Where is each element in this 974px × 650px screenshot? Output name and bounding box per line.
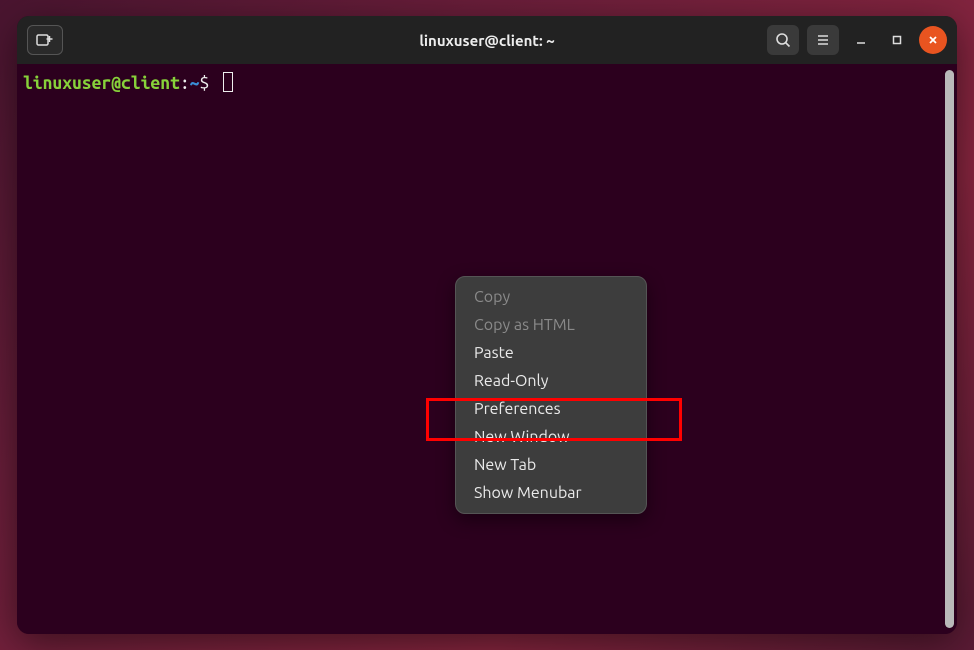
search-button[interactable] [767,25,799,55]
prompt-dollar: $ [199,74,209,93]
context-menu: Copy Copy as HTML Paste Read-Only Prefer… [455,276,647,514]
menu-item-copy-as-html: Copy as HTML [456,311,646,339]
maximize-icon [891,34,903,46]
new-tab-icon [36,32,54,48]
close-icon [927,34,939,46]
menu-item-paste[interactable]: Paste [456,339,646,367]
scrollbar[interactable] [945,70,954,628]
menu-button[interactable] [807,25,839,55]
prompt-path: ~ [190,74,200,93]
prompt-colon: : [180,74,190,93]
menu-item-copy: Copy [456,283,646,311]
window-right-controls [767,25,947,55]
menu-item-read-only[interactable]: Read-Only [456,367,646,395]
text-cursor [223,72,233,92]
maximize-button[interactable] [883,26,911,54]
minimize-icon [855,34,867,46]
menu-item-new-tab[interactable]: New Tab [456,451,646,479]
hamburger-icon [815,32,831,48]
prompt-user-host: linuxuser@client [23,74,180,93]
prompt-line: linuxuser@client:~$ [23,72,951,96]
terminal-window: linuxuser@client: ~ [17,16,957,634]
new-tab-button[interactable] [27,25,63,55]
menu-item-new-window[interactable]: New Window [456,423,646,451]
search-icon [775,32,791,48]
menu-item-preferences[interactable]: Preferences [456,395,646,423]
minimize-button[interactable] [847,26,875,54]
titlebar: linuxuser@client: ~ [17,16,957,64]
menu-item-show-menubar[interactable]: Show Menubar [456,479,646,507]
close-button[interactable] [919,26,947,54]
